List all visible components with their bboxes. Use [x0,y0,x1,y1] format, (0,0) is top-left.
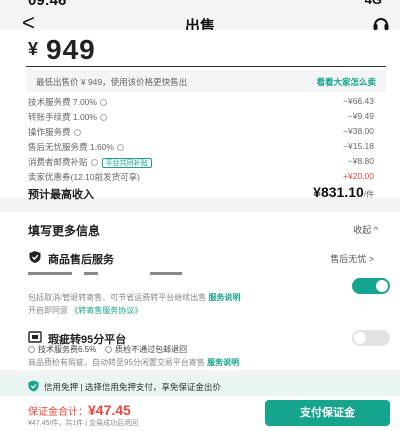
bottom-bar: 保证金合计：¥47.45 ¥47.45/件，共1件 | 交易成功后退回 支付保证… [0,396,400,431]
fee-label: 操作服务费 [28,127,71,137]
see-others-link[interactable]: 看看大家怎么卖 [316,76,376,88]
fee-row: 卖家优惠券(12.10前发货可享) +¥20.00 [28,171,374,184]
price-card: ¥949 最低出售价 ¥ 949，使用该价格更快售出 看看大家怎么卖 技术服务费… [0,30,400,198]
after-sale-label: 商品售后服务 [48,254,114,266]
after-sale-service-row[interactable]: 商品售后服务 售后无忧 > [28,250,374,266]
fee-row: 消费者邮费补贴 平台共同补贴 −¥8.80 [28,156,374,169]
credit-text: 信用免押 | 选择信用免押支付，享免保证金出价 [44,382,221,392]
info-icon[interactable] [73,129,81,136]
lowest-price-hint: 最低出售价 ¥ 949，使用该价格更快售出 看看大家怎么卖 [26,70,386,92]
flaw-checks: 技术服务费6.5% 质检不通过包邮退回 [28,344,187,355]
credit-bar[interactable]: 信用免押 | 选择信用免押支付，享免保证金出价 [0,376,400,396]
flaw-desc-text: 商品质检有瑕疵，自动转至95分闲置交易平台寄售 [28,358,205,367]
shield-check-icon [29,251,41,263]
more-info-title: 填写更多信息 [28,224,101,238]
shield-icon [28,380,39,392]
fee-row: 操作服务费 −¥38.00 [28,126,374,139]
fee-row: 技术服务费 7.00% −¥66.43 [28,96,374,109]
subsidy-badge: 平台共同补贴 [101,158,152,168]
fee-value: −¥66.43 [343,96,374,106]
redacted-text [84,272,98,275]
info-icon[interactable] [99,99,107,106]
agreement-prefix: 开启即同意 [28,306,68,315]
price-input[interactable]: ¥949 [28,34,96,65]
fee-row: 售后无忧服务费 1.60% −¥15.18 [28,141,374,154]
fee-label: 消费者邮费补贴 [28,157,88,167]
check-circle-icon [28,346,35,353]
fee-value: +¥20.00 [343,171,374,181]
fee-value: −¥15.18 [343,141,374,151]
fee-value: −¥9.49 [347,111,374,121]
price-value[interactable]: 949 [46,34,96,65]
deposit-label: 保证金合计： [28,407,88,418]
pay-deposit-button[interactable]: 支付保证金 [265,400,390,426]
redacted-text [150,272,182,275]
flaw-desc: 商品质检有瑕疵，自动转至95分闲置交易平台寄售 服务说明 [28,357,358,368]
after-sale-desc-text: 包括取消/管退转寄售、可节省运费转平台继续出售 [28,293,207,302]
fee-row: 转账手续费 1.00% −¥9.49 [28,111,374,124]
after-sale-agreement: 开启即同意 《转寄售服务协议》 [28,305,358,316]
collapse-toggle[interactable]: 收起 ^ [353,223,378,236]
price-underline [26,66,386,67]
deposit-value: ¥47.45 [88,402,131,418]
status-time: 09:46 [28,0,67,9]
income-unit: /件 [363,190,374,199]
income-value: ¥831.10 [313,184,364,200]
deposit-sub: ¥47.45/件，共1件 | 交易成功后退回 [28,420,138,427]
income-row: 预计最高收入 ¥831.10/件 [28,184,374,201]
flaw-check-return: 质检不通过包邮退回 [115,345,188,354]
check-circle-icon [105,346,113,353]
flaw-transfer-toggle[interactable] [352,330,390,346]
status-network: 4G [365,0,382,7]
agreement-link[interactable]: 《转寄售服务协议》 [70,306,142,315]
flaw-check-fee: 技术服务费6.5% [38,345,97,354]
toggle-knob [376,280,388,292]
toggle-knob [354,332,366,344]
fee-value: −¥38.00 [343,126,374,136]
after-sale-desc: 包括取消/管退转寄售、可节省运费转平台继续出售 服务说明 [28,292,358,303]
redacted-text [28,272,72,275]
fee-label: 售后无忧服务费 1.60% [28,142,114,152]
lowest-price-text: 最低出售价 ¥ 949，使用该价格更快售出 [36,77,188,87]
fee-label: 技术服务费 7.00% [28,97,97,107]
info-icon[interactable] [90,159,98,166]
fee-value: −¥8.80 [347,156,374,166]
fee-label: 转账手续费 1.00% [28,112,97,122]
after-sale-value[interactable]: 售后无忧 > [330,252,374,265]
transfer-icon [28,331,42,343]
info-icon[interactable] [116,144,124,151]
more-info-card: 填写更多信息 收起 ^ 商品售后服务 售后无忧 > 包括取消/管退转寄售、可节省… [0,212,400,370]
flaw-info-link[interactable]: 服务说明 [207,358,239,367]
fee-label: 卖家优惠券(12.10前发货可享) [28,172,140,182]
income-label: 预计最高收入 [28,189,94,201]
status-bar: 09:46 4G [0,0,400,10]
currency-symbol: ¥ [28,39,39,59]
info-icon[interactable] [99,114,107,121]
service-info-link[interactable]: 服务说明 [208,293,240,302]
